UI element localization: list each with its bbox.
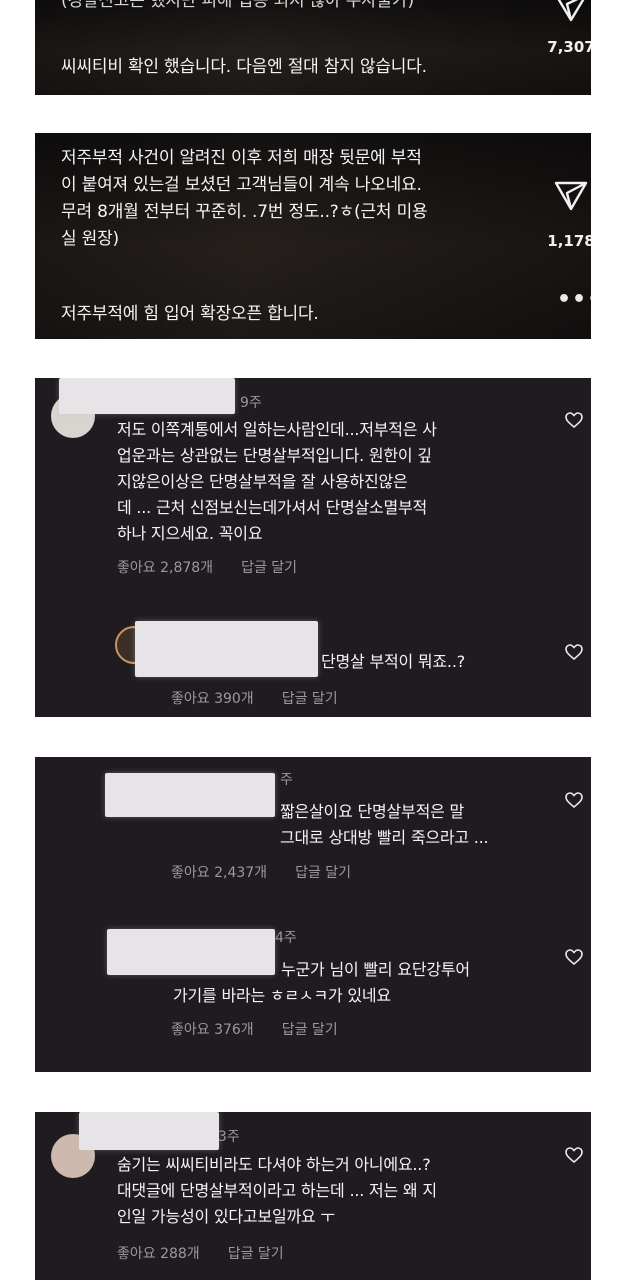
share-icon[interactable] [553, 180, 589, 212]
comment-panel-1: 9주 저도 이쪽계통에서 일하는사람인데...저부적은 사 업운과는 상관없는 … [35, 378, 591, 717]
redacted-username [59, 378, 235, 414]
reply-time: 4주 [275, 930, 297, 946]
redacted-username [105, 773, 275, 817]
likes-count[interactable]: 좋아요 390개 [171, 691, 254, 707]
reply-button[interactable]: 답글 달기 [241, 560, 297, 576]
heart-icon[interactable] [564, 948, 584, 966]
likes-count[interactable]: 좋아요 376개 [171, 1022, 254, 1038]
post-panel-1: (경찰신고는 했지만 피해 입증 되지 않아 수사불가) 씨씨티비 확인 했습니… [35, 0, 591, 95]
likes-count[interactable]: 좋아요 2,878개 [117, 560, 213, 576]
reply-meta: 좋아요 2,437개 답글 달기 [171, 862, 379, 882]
heart-icon[interactable] [564, 643, 584, 661]
post-panel-2: 저주부적 사건이 알려진 이후 저희 매장 뒷문에 부적 이 붙여져 있는걸 보… [35, 133, 591, 339]
comment-text: 숨기는 씨씨티비라도 다셔야 하는거 아니에요..? 대댓글에 단명살부적이라고… [117, 1155, 437, 1226]
redacted-username [79, 1112, 219, 1150]
likes-count[interactable]: 좋아요 2,437개 [171, 865, 267, 881]
comment-time: 3주 [218, 1129, 240, 1145]
share-icon[interactable] [553, 0, 589, 22]
comment-panel-3: 3주 숨기는 씨씨티비라도 다셔야 하는거 아니에요..? 대댓글에 단명살부적… [35, 1112, 591, 1280]
reply-text: 짧은살이요 단명살부적은 말 그대로 상대방 빨리 죽으라고 ... [280, 802, 489, 847]
reply-text: 단명살 부적이 뭐죠..? [321, 652, 465, 671]
post-caption-partial: (경찰신고는 했지만 피해 입증 되지 않아 수사불가) [61, 0, 414, 11]
share-count: 1,178 [547, 232, 591, 250]
post-caption: 씨씨티비 확인 했습니다. 다음엔 절대 참지 않습니다. [61, 57, 427, 77]
reply-button[interactable]: 답글 달기 [295, 865, 351, 881]
share-count: 7,307 [547, 38, 591, 56]
reply-meta: 좋아요 376개 답글 달기 [171, 1019, 366, 1039]
reply-text: 누군가 님이 빨리 요단강투어 가기를 바라는 ㅎㄹㅅㅋ가 있네요 [173, 960, 470, 1005]
post-caption-footer: 저주부적에 힘 입어 확장오픈 합니다. [61, 304, 319, 324]
reply-button[interactable]: 답글 달기 [282, 1022, 338, 1038]
comment-text: 저도 이쪽계통에서 일하는사람인데...저부적은 사 업운과는 상관없는 단명살… [117, 420, 437, 543]
comment-time: 9주 [240, 395, 262, 411]
more-options-icon[interactable]: ••• [557, 287, 591, 312]
likes-count[interactable]: 좋아요 288개 [117, 1246, 200, 1262]
post-caption-body: 저주부적 사건이 알려진 이후 저희 매장 뒷문에 부적 이 붙여져 있는걸 보… [61, 148, 428, 249]
reply-button[interactable]: 답글 달기 [228, 1246, 284, 1262]
comment-meta: 좋아요 2,878개 답글 달기 [117, 557, 325, 577]
reply-button[interactable]: 답글 달기 [282, 691, 338, 707]
comment-meta: 좋아요 288개 답글 달기 [117, 1243, 312, 1263]
heart-icon[interactable] [564, 791, 584, 809]
redacted-username [135, 621, 318, 677]
reply-time: 주 [280, 772, 293, 788]
heart-icon[interactable] [564, 411, 584, 429]
reply-meta: 좋아요 390개 답글 달기 [171, 688, 366, 708]
heart-icon[interactable] [564, 1146, 584, 1164]
comment-panel-2: 주 짧은살이요 단명살부적은 말 그대로 상대방 빨리 죽으라고 ... 좋아요… [35, 757, 591, 1072]
